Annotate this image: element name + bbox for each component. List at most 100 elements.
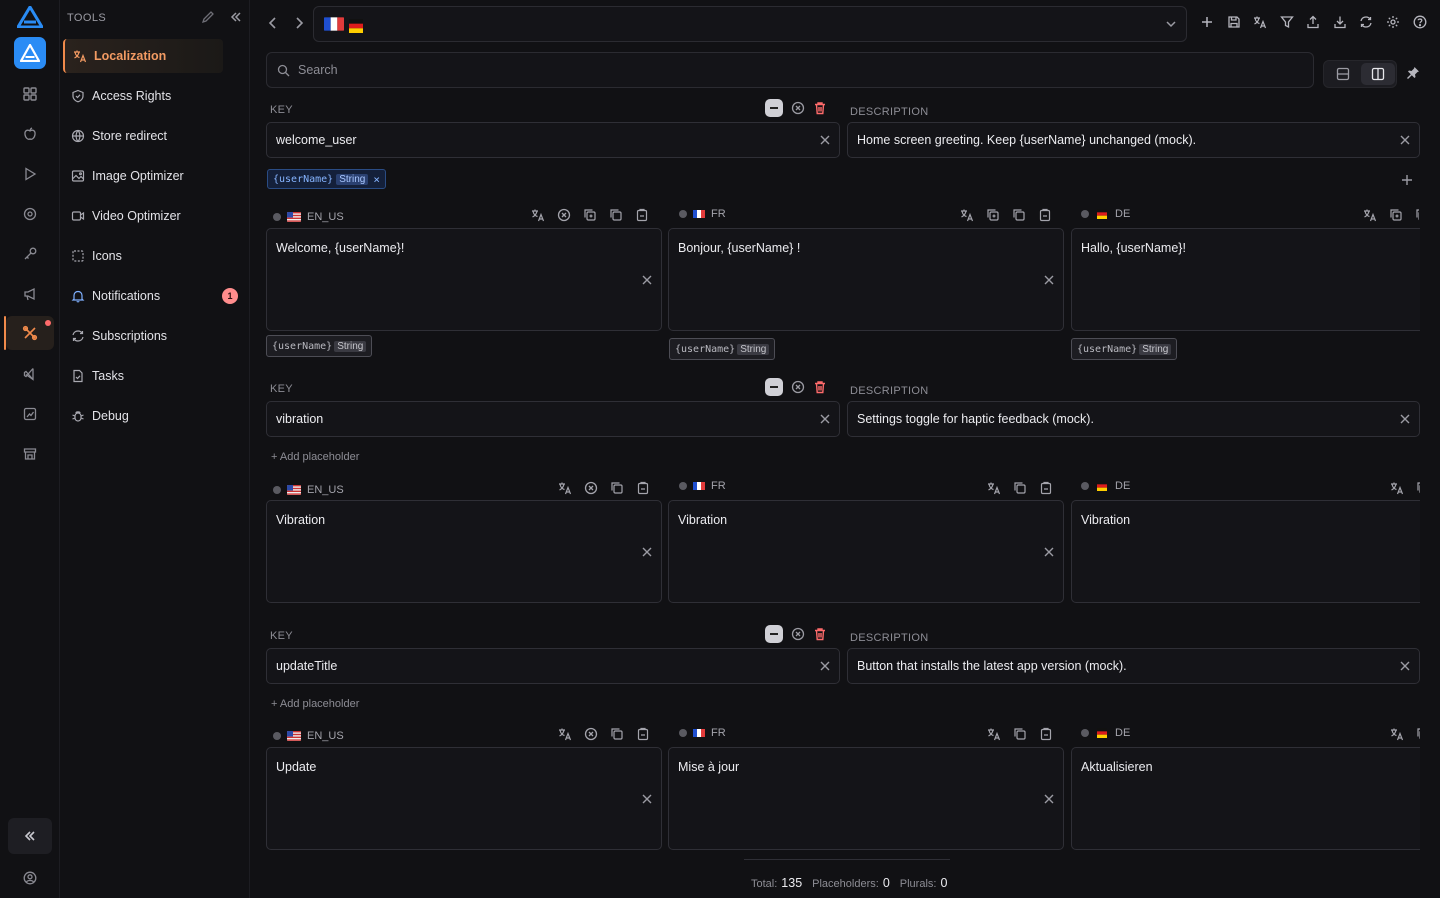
apple-icon[interactable] xyxy=(20,124,40,144)
translation-input-en-us[interactable]: Update xyxy=(266,747,662,850)
save-icon[interactable] xyxy=(1227,15,1241,29)
tools-icon[interactable] xyxy=(20,323,40,343)
sidebar-item-access-rights[interactable]: Access Rights xyxy=(63,79,223,113)
sidebar-item-icons[interactable]: Icons xyxy=(63,239,223,273)
delete-trash-icon[interactable] xyxy=(813,380,827,394)
edit-icon[interactable] xyxy=(201,10,215,24)
paste-icon[interactable] xyxy=(635,208,649,222)
clear-circle-icon[interactable] xyxy=(584,727,598,741)
clear-x-icon[interactable] xyxy=(1043,793,1055,805)
translate-icon[interactable] xyxy=(1253,15,1267,29)
download-icon[interactable] xyxy=(1333,15,1347,29)
add-language-icon[interactable] xyxy=(1400,173,1414,187)
copy-icon[interactable] xyxy=(1013,481,1027,495)
add-placeholder-button[interactable]: + Add placeholder xyxy=(271,698,359,710)
key-icon[interactable] xyxy=(20,244,40,264)
paste-icon[interactable] xyxy=(1038,208,1052,222)
description-field[interactable]: Settings toggle for haptic feedback (moc… xyxy=(847,401,1420,437)
translation-input-fr[interactable]: Bonjour, {userName} ! xyxy=(668,228,1064,331)
clear-x-icon[interactable] xyxy=(819,134,831,146)
language-select[interactable] xyxy=(313,6,1187,42)
translate-icon[interactable] xyxy=(987,481,1001,495)
copy-icon[interactable] xyxy=(1416,481,1420,495)
sidebar-item-localization[interactable]: Localization xyxy=(63,39,223,73)
sidebar-item-tasks[interactable]: Tasks xyxy=(63,359,223,393)
key-field[interactable]: vibration xyxy=(266,401,840,437)
copy-icon[interactable] xyxy=(609,208,623,222)
description-field[interactable]: Button that installs the latest app vers… xyxy=(847,648,1420,684)
copy-icon[interactable] xyxy=(1416,727,1420,741)
copy-all-icon[interactable] xyxy=(583,208,597,222)
sidebar-item-debug[interactable]: Debug xyxy=(63,399,223,433)
key-field[interactable]: updateTitle xyxy=(266,648,840,684)
delete-trash-icon[interactable] xyxy=(813,101,827,115)
clear-x-icon[interactable] xyxy=(641,546,653,558)
translation-input-en-us[interactable]: Vibration xyxy=(266,500,662,603)
paste-icon[interactable] xyxy=(1039,481,1053,495)
filter-icon[interactable] xyxy=(1280,15,1294,29)
megaphone-icon[interactable] xyxy=(20,284,40,304)
copy-icon[interactable] xyxy=(1013,727,1027,741)
clear-x-icon[interactable] xyxy=(1399,660,1411,672)
add-icon[interactable] xyxy=(1200,15,1214,29)
copy-icon[interactable] xyxy=(1012,208,1026,222)
delete-trash-icon[interactable] xyxy=(813,627,827,641)
paste-icon[interactable] xyxy=(636,727,650,741)
back-chevron-icon[interactable] xyxy=(267,15,279,31)
copy-all-icon[interactable] xyxy=(986,208,1000,222)
clear-circle-icon[interactable] xyxy=(791,101,805,115)
clear-x-icon[interactable] xyxy=(819,413,831,425)
translate-icon[interactable] xyxy=(1363,208,1377,222)
settings-gear-icon[interactable] xyxy=(1386,15,1400,29)
copy-icon[interactable] xyxy=(610,727,624,741)
sidebar-item-notifications[interactable]: Notifications xyxy=(63,279,223,313)
sidebar-item-video-optimizer[interactable]: Video Optimizer xyxy=(63,199,223,233)
pin-icon[interactable] xyxy=(1406,66,1420,80)
forward-chevron-icon[interactable] xyxy=(293,15,305,31)
upload-icon[interactable] xyxy=(1306,15,1320,29)
translate-icon[interactable] xyxy=(1390,727,1404,741)
clear-x-icon[interactable] xyxy=(1399,413,1411,425)
collapse-entry-button[interactable] xyxy=(765,625,783,643)
translation-input-fr[interactable]: Vibration xyxy=(668,500,1064,603)
translate-icon[interactable] xyxy=(558,727,572,741)
analytics-icon[interactable] xyxy=(20,404,40,424)
paste-icon[interactable] xyxy=(636,481,650,495)
collapse-sidebar-icon[interactable] xyxy=(229,10,243,24)
dashboard-icon[interactable] xyxy=(20,84,40,104)
target-icon[interactable] xyxy=(20,204,40,224)
search-input[interactable]: Search xyxy=(266,52,1314,88)
add-placeholder-button[interactable]: + Add placeholder xyxy=(271,451,359,463)
clear-circle-icon[interactable] xyxy=(791,380,805,394)
translation-input-de[interactable]: Vibration xyxy=(1071,500,1420,603)
placeholder-chip[interactable]: {userName} String × xyxy=(267,169,386,189)
user-icon[interactable] xyxy=(20,868,40,888)
play-store-icon[interactable] xyxy=(20,164,40,184)
sidebar-item-store-redirect[interactable]: Store redirect xyxy=(63,119,223,153)
store-icon[interactable] xyxy=(20,444,40,464)
translation-input-de[interactable]: Aktualisieren xyxy=(1071,747,1420,850)
clear-x-icon[interactable] xyxy=(1043,546,1055,558)
sidebar-item-subscriptions[interactable]: Subscriptions xyxy=(63,319,223,353)
key-field[interactable]: welcome_user xyxy=(266,122,840,158)
translation-input-en-us[interactable]: Welcome, {userName}! xyxy=(266,228,662,331)
help-icon[interactable] xyxy=(1413,15,1427,29)
remove-placeholder-icon[interactable]: × xyxy=(373,173,380,186)
vscode-icon[interactable] xyxy=(20,364,40,384)
clear-x-icon[interactable] xyxy=(819,660,831,672)
collapse-entry-button[interactable] xyxy=(765,99,783,117)
clear-circle-icon[interactable] xyxy=(557,208,571,222)
clear-x-icon[interactable] xyxy=(641,793,653,805)
paste-icon[interactable] xyxy=(1039,727,1053,741)
translation-input-fr[interactable]: Mise à jour xyxy=(668,747,1064,850)
clear-circle-icon[interactable] xyxy=(791,627,805,641)
collapse-rail-button[interactable] xyxy=(8,818,52,854)
sidebar-item-image-optimizer[interactable]: Image Optimizer xyxy=(63,159,223,193)
copy-icon[interactable] xyxy=(1415,208,1419,222)
translate-icon[interactable] xyxy=(1390,481,1404,495)
copy-all-icon[interactable] xyxy=(1389,208,1403,222)
translate-icon[interactable] xyxy=(558,481,572,495)
collapse-entry-button[interactable] xyxy=(765,378,783,396)
description-field[interactable]: Home screen greeting. Keep {userName} un… xyxy=(847,122,1420,158)
translation-input-de[interactable]: Hallo, {userName}! xyxy=(1071,228,1420,331)
